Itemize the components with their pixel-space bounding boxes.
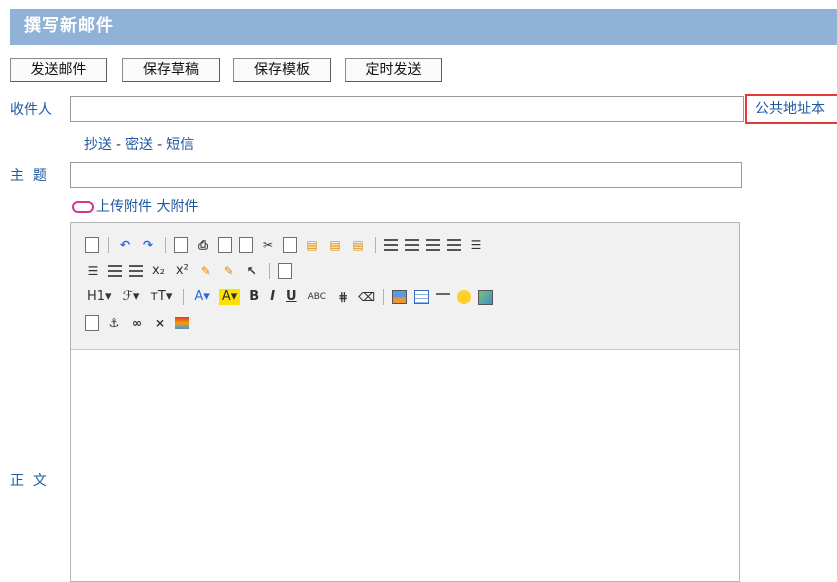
send-button[interactable]: 发送邮件: [10, 58, 107, 82]
underline-icon[interactable]: U: [284, 289, 299, 305]
font-size-label: тT: [150, 289, 166, 304]
print-icon[interactable]: ⎙: [195, 237, 211, 253]
recipient-options: 抄送 - 密送 - 短信: [84, 134, 194, 154]
fullscreen-icon[interactable]: [277, 263, 292, 279]
save-draft-button[interactable]: 保存草稿: [122, 58, 220, 82]
emoticon-icon[interactable]: [457, 290, 472, 304]
toolbar-separator: [383, 289, 385, 305]
toolbar-separator: [268, 263, 270, 279]
anchor-icon[interactable]: ⚓: [106, 315, 122, 331]
toolbar-separator: [183, 289, 185, 305]
background-color-icon[interactable]: [175, 317, 189, 329]
link-icon[interactable]: ∞: [129, 315, 145, 331]
ordered-list-icon[interactable]: ☰: [468, 237, 484, 253]
preview-icon[interactable]: [174, 237, 188, 253]
to-input[interactable]: [70, 96, 744, 122]
schedule-send-button[interactable]: 定时发送: [345, 58, 442, 82]
insert-image-icon[interactable]: [392, 290, 408, 304]
align-right-icon[interactable]: [426, 238, 440, 252]
heading-label: H1: [87, 289, 106, 304]
insert-media-icon[interactable]: [478, 289, 494, 305]
toolbar-separator: [108, 237, 109, 253]
superscript-icon[interactable]: x²: [174, 263, 191, 279]
page-break-icon[interactable]: [85, 315, 99, 331]
bold-icon[interactable]: B: [247, 289, 261, 305]
strikethrough-icon[interactable]: ABC: [306, 289, 328, 305]
subscript-icon[interactable]: x₂: [150, 263, 167, 279]
border-icon[interactable]: ⋕: [335, 289, 351, 305]
editor-toolbar: ↶ ↷ ⎙ ✂ ▤ ▤ ▤ ☰ ☰ x₂ x² ✎ ✎ ↖ H1▾ ℱ▾ тT▾…: [71, 223, 739, 350]
rich-text-editor: ↶ ↷ ⎙ ✂ ▤ ▤ ▤ ☰ ☰ x₂ x² ✎ ✎ ↖ H1▾ ℱ▾ тT▾…: [70, 222, 740, 582]
code-icon[interactable]: [239, 237, 253, 253]
align-center-icon[interactable]: [405, 238, 419, 252]
page-title: 撰写新邮件: [24, 16, 114, 36]
separator: -: [116, 137, 122, 153]
font-family-label: ℱ: [122, 289, 133, 304]
paperclip-icon: [72, 201, 94, 213]
cc-link[interactable]: 抄送: [84, 137, 112, 153]
redo-icon[interactable]: ↷: [140, 237, 156, 253]
font-color-icon[interactable]: A▾: [192, 289, 211, 305]
upload-attachment-link[interactable]: 上传附件: [96, 199, 152, 215]
undo-icon[interactable]: ↶: [117, 237, 133, 253]
save-template-button[interactable]: 保存模板: [233, 58, 331, 82]
font-color-label: A: [194, 289, 204, 304]
template-icon[interactable]: [218, 237, 232, 253]
address-book-link[interactable]: 公共地址本: [745, 94, 837, 124]
sms-link[interactable]: 短信: [166, 137, 194, 153]
clear-format-icon[interactable]: ✎: [198, 263, 214, 279]
paste-icon[interactable]: ▤: [304, 237, 320, 253]
select-all-icon[interactable]: ✎: [221, 263, 237, 279]
toolbar-separator: [375, 237, 376, 253]
highlight-label: A: [221, 289, 231, 304]
separator: -: [157, 137, 163, 153]
insert-table-icon[interactable]: [414, 290, 430, 304]
subject-input[interactable]: [70, 162, 742, 188]
bcc-link[interactable]: 密送: [125, 137, 153, 153]
paste-text-icon[interactable]: ▤: [327, 237, 343, 253]
paste-word-icon[interactable]: ▤: [350, 237, 366, 253]
eraser-icon[interactable]: ⌫: [358, 289, 375, 305]
highlight-icon[interactable]: A▾: [218, 289, 241, 305]
font-family-icon[interactable]: ℱ▾: [121, 289, 142, 305]
subject-label: 主 题: [10, 168, 47, 184]
to-label: 收件人: [10, 102, 52, 118]
large-attachment-link[interactable]: 大附件: [156, 199, 198, 215]
font-size-icon[interactable]: тT▾: [148, 289, 174, 305]
italic-icon[interactable]: I: [268, 289, 277, 305]
unordered-list-icon[interactable]: ☰: [85, 263, 101, 279]
attachment-links: 上传附件 大附件: [72, 196, 198, 216]
cut-icon[interactable]: ✂: [260, 237, 276, 253]
toolbar-separator: [165, 237, 166, 253]
body-label: 正 文: [10, 473, 47, 489]
align-justify-icon[interactable]: [447, 238, 461, 252]
heading-icon[interactable]: H1▾: [85, 289, 114, 305]
editor-body[interactable]: [71, 350, 739, 581]
source-code-icon[interactable]: [85, 237, 99, 253]
outdent-icon[interactable]: [129, 264, 143, 278]
horizontal-rule-icon[interactable]: [436, 293, 451, 301]
copy-icon[interactable]: [283, 237, 297, 253]
cursor-icon[interactable]: ↖: [244, 263, 260, 279]
unlink-icon[interactable]: ⨯: [152, 315, 168, 331]
align-left-icon[interactable]: [384, 238, 398, 252]
page-header: 撰写新邮件: [10, 9, 837, 45]
indent-icon[interactable]: [108, 264, 122, 278]
